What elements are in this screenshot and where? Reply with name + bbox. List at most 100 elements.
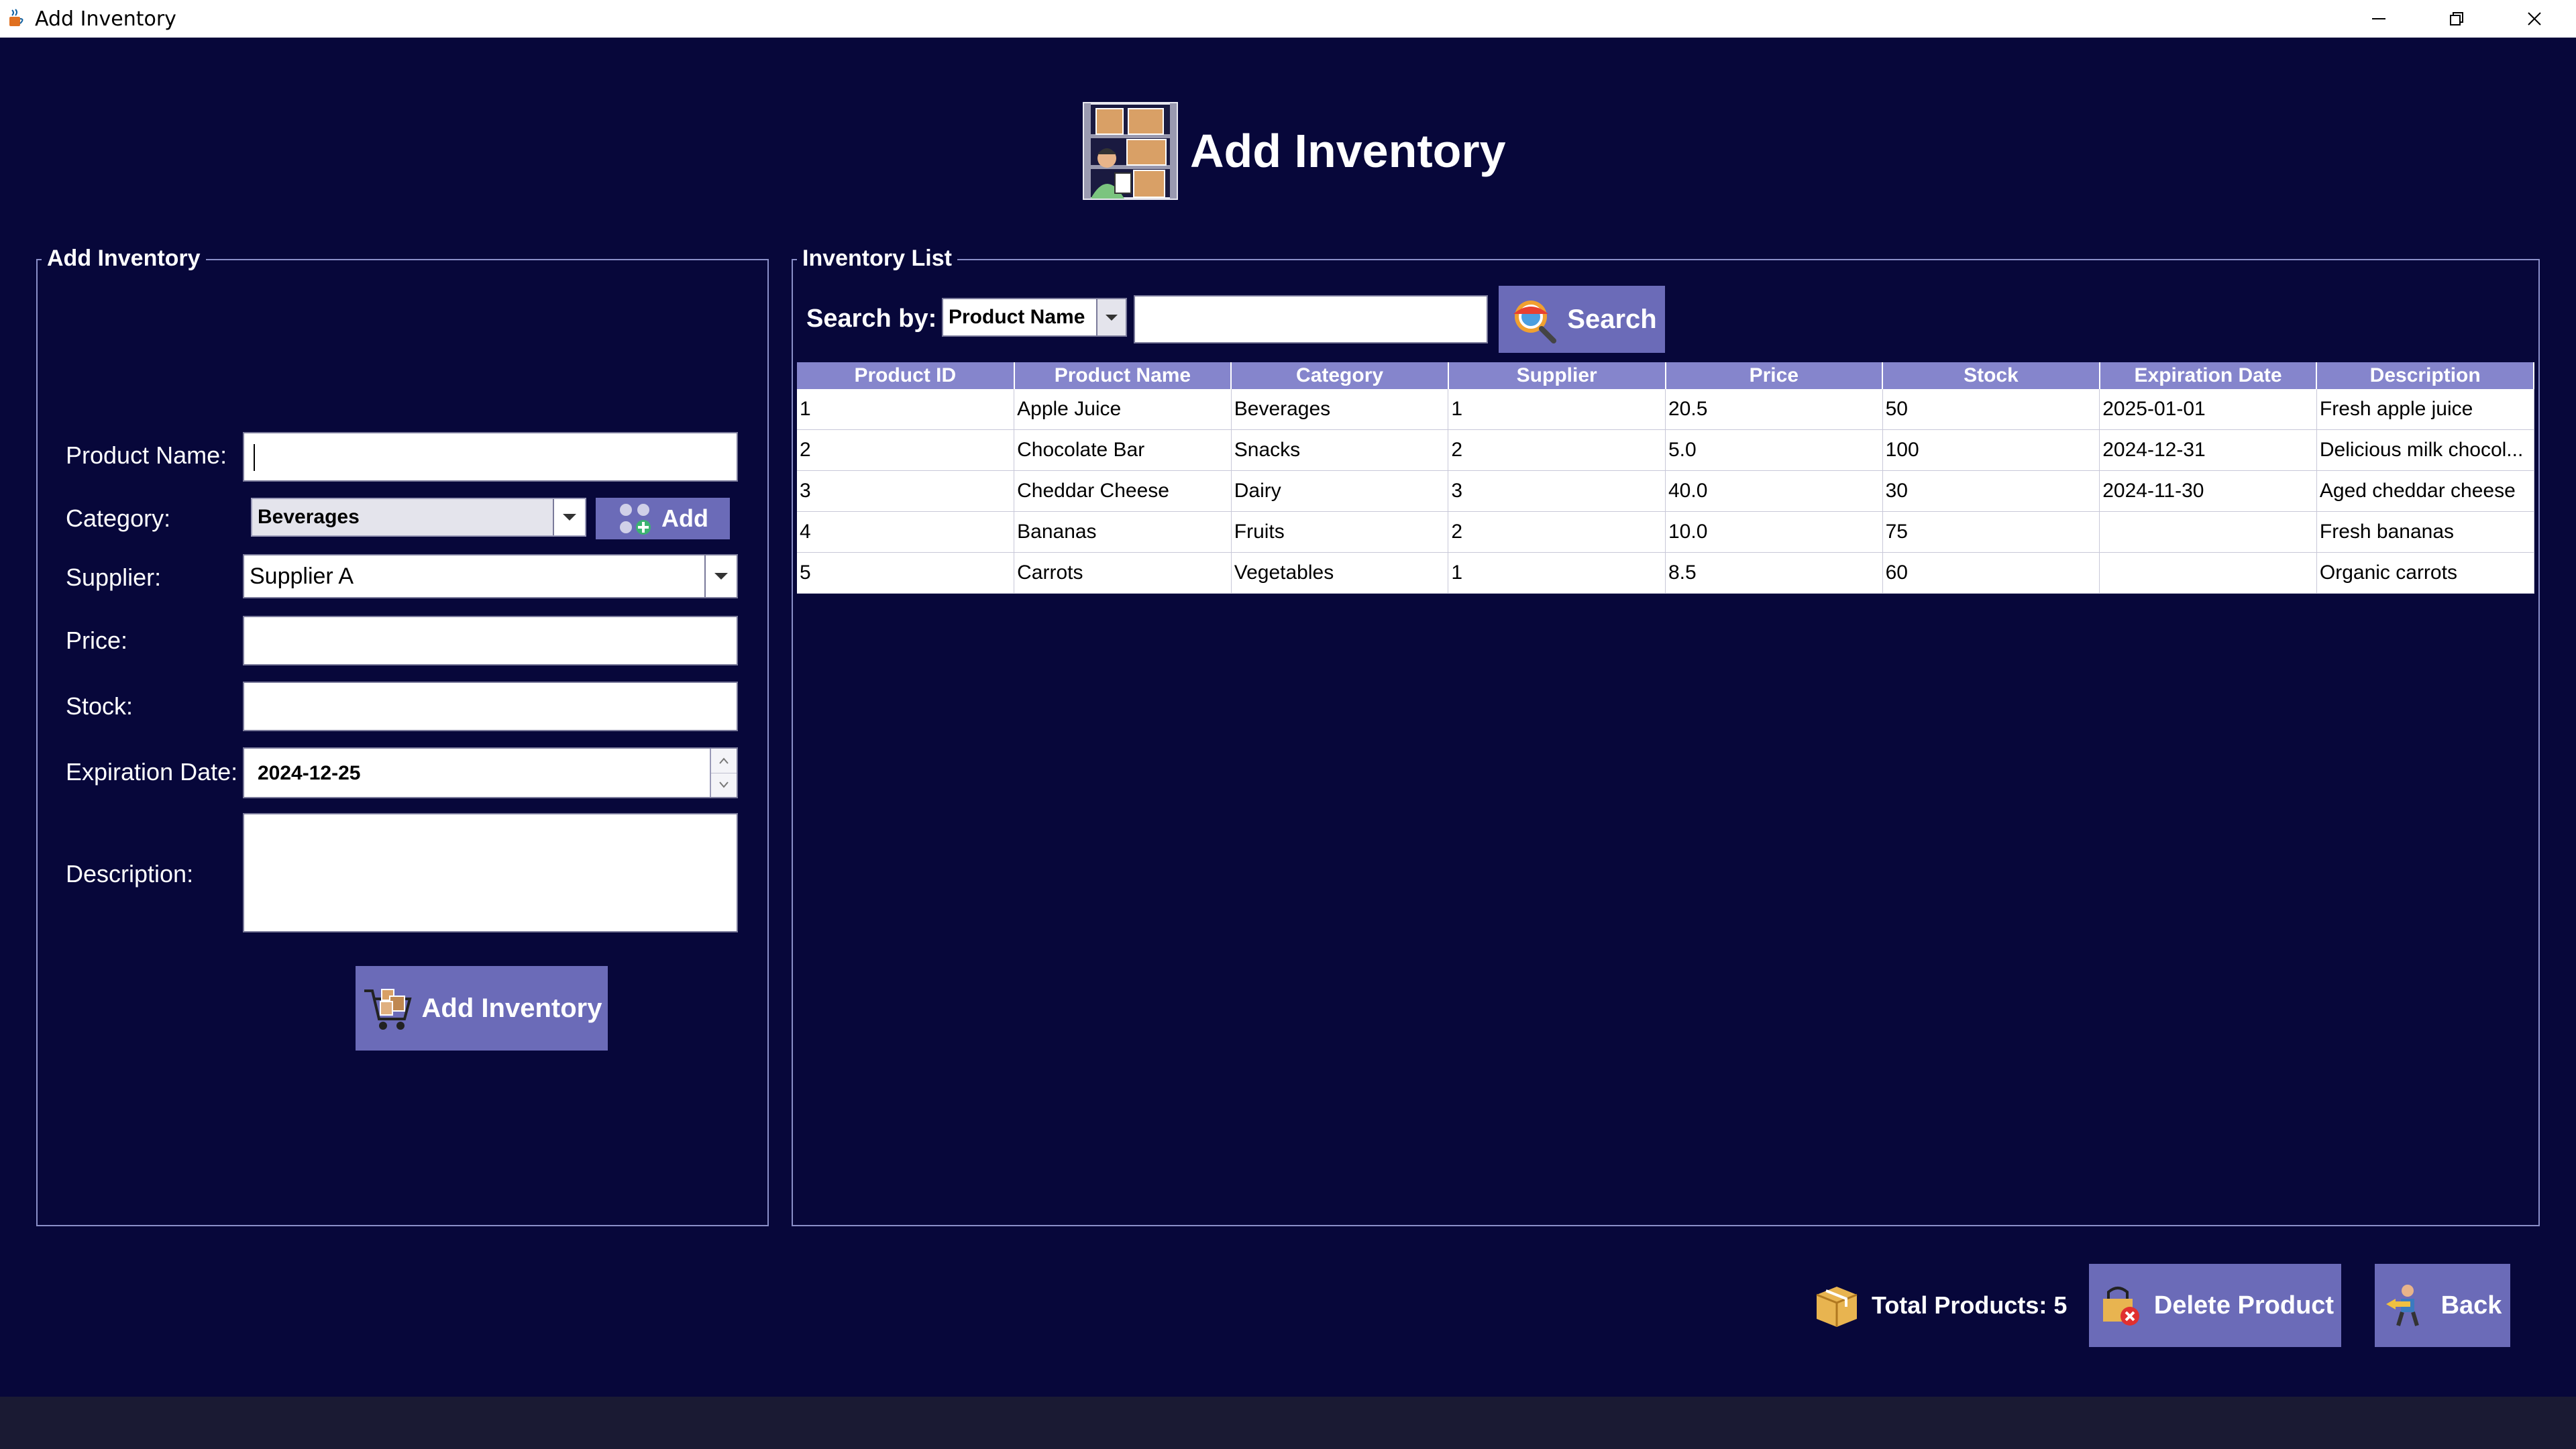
delete-box-icon: [2102, 1287, 2139, 1326]
table-cell[interactable]: 1: [797, 389, 1015, 430]
page-title: Add Inventory: [1190, 125, 1506, 177]
description-label: Description:: [66, 860, 194, 888]
category-label: Category:: [66, 504, 171, 532]
delete-product-button-label: Delete Product: [2153, 1291, 2334, 1320]
search-input[interactable]: [1134, 295, 1488, 343]
back-button-label: Back: [2440, 1291, 2502, 1320]
table-row[interactable]: 2 Chocolate Bar Snacks 2 5.0 100 2024-12-31 Del…: [797, 429, 2534, 471]
table-cell[interactable]: Cheddar Cheese: [1014, 470, 1232, 512]
price-label: Price:: [66, 627, 128, 654]
inventory-table: Product ID Product Name Category Supplier Pr…: [797, 362, 2534, 594]
restore-button[interactable]: [2418, 0, 2496, 38]
table-cell[interactable]: 2024-12-31: [2099, 429, 2317, 471]
text-cursor: [254, 444, 255, 471]
table-cell[interactable]: 20.5: [1665, 389, 1883, 430]
close-button[interactable]: [2496, 0, 2573, 38]
restore-icon: [2450, 12, 2463, 25]
table-cell[interactable]: 5.0: [1665, 429, 1883, 471]
add-category-button[interactable]: Add: [596, 498, 730, 539]
back-button[interactable]: Back: [2375, 1264, 2510, 1347]
search-button-label: Search: [1567, 304, 1657, 334]
table-cell[interactable]: Bananas: [1014, 511, 1232, 553]
spinner-up-button[interactable]: [711, 749, 737, 773]
price-input[interactable]: [243, 616, 738, 665]
table-row[interactable]: 3 Cheddar Cheese Dairy 3 40.0 30 2024-11-30 Age…: [797, 470, 2534, 512]
table-cell[interactable]: Delicious milk chocol...: [2316, 429, 2534, 471]
table-cell[interactable]: [2099, 511, 2317, 553]
magnifier-icon: [1513, 301, 1557, 343]
description-textarea[interactable]: [243, 813, 738, 932]
column-header[interactable]: Category: [1231, 362, 1449, 389]
table-cell[interactable]: 30: [1882, 470, 2100, 512]
column-header[interactable]: Expiration Date: [2099, 362, 2318, 389]
table-row[interactable]: 5 Carrots Vegetables 1 8.5 60 Organic carrots: [797, 552, 2534, 594]
category-select[interactable]: Beverages: [251, 498, 586, 537]
table-cell[interactable]: 3: [1448, 470, 1666, 512]
chevron-down-icon[interactable]: [704, 555, 737, 597]
table-cell[interactable]: Carrots: [1014, 552, 1232, 594]
table-cell[interactable]: 2024-11-30: [2099, 470, 2317, 512]
table-cell[interactable]: 10.0: [1665, 511, 1883, 553]
box-icon: [1816, 1287, 1858, 1327]
table-cell[interactable]: 40.0: [1665, 470, 1883, 512]
table-cell[interactable]: Vegetables: [1231, 552, 1449, 594]
column-header[interactable]: Supplier: [1448, 362, 1666, 389]
table-cell[interactable]: 2: [1448, 511, 1666, 553]
search-by-select[interactable]: Product Name: [942, 298, 1127, 337]
column-header[interactable]: Product ID: [797, 362, 1015, 389]
table-cell[interactable]: 1: [1448, 552, 1666, 594]
spinner-down-button[interactable]: [711, 773, 737, 796]
table-cell[interactable]: Aged cheddar cheese: [2316, 470, 2534, 512]
table-cell[interactable]: 3: [797, 470, 1015, 512]
table-cell[interactable]: Organic carrots: [2316, 552, 2534, 594]
bottom-strip: [0, 1397, 2576, 1449]
table-row[interactable]: 1 Apple Juice Beverages 1 20.5 50 2025-01-01 Fr…: [797, 389, 2534, 430]
inventory-table-container: Product ID Product Name Category Supplier Pr…: [797, 362, 2534, 594]
product-name-input[interactable]: [243, 432, 738, 482]
table-cell[interactable]: 2025-01-01: [2099, 389, 2317, 430]
minimize-button[interactable]: [2340, 0, 2418, 38]
table-cell[interactable]: 75: [1882, 511, 2100, 553]
add-inventory-button[interactable]: Add Inventory: [356, 966, 608, 1051]
column-header[interactable]: Description: [2316, 362, 2534, 389]
table-cell[interactable]: 5: [797, 552, 1015, 594]
chevron-down-icon[interactable]: [553, 499, 585, 535]
table-cell[interactable]: Snacks: [1231, 429, 1449, 471]
table-cell[interactable]: Fresh apple juice: [2316, 389, 2534, 430]
table-cell[interactable]: Dairy: [1231, 470, 1449, 512]
table-header-row: Product ID Product Name Category Supplier Pr…: [797, 362, 2534, 389]
category-select-value: Beverages: [258, 506, 360, 528]
table-cell[interactable]: Beverages: [1231, 389, 1449, 430]
table-row[interactable]: 4 Bananas Fruits 2 10.0 75 Fresh bananas: [797, 511, 2534, 553]
table-cell[interactable]: 1: [1448, 389, 1666, 430]
product-name-label: Product Name:: [66, 441, 227, 469]
person-back-icon: [2385, 1285, 2419, 1326]
table-cell[interactable]: 100: [1882, 429, 2100, 471]
delete-product-button[interactable]: Delete Product: [2089, 1264, 2341, 1347]
add-category-icon: [620, 504, 651, 535]
table-cell[interactable]: Chocolate Bar: [1014, 429, 1232, 471]
table-cell[interactable]: 60: [1882, 552, 2100, 594]
column-header[interactable]: Product Name: [1014, 362, 1232, 389]
table-cell[interactable]: [2099, 552, 2317, 594]
stock-input[interactable]: [243, 682, 738, 731]
column-header[interactable]: Price: [1665, 362, 1884, 389]
search-button[interactable]: Search: [1499, 286, 1665, 353]
stock-label: Stock:: [66, 692, 133, 720]
java-cup-icon: [9, 9, 23, 26]
table-cell[interactable]: 2: [797, 429, 1015, 471]
column-header[interactable]: Stock: [1882, 362, 2100, 389]
table-cell[interactable]: 4: [797, 511, 1015, 553]
total-products-label: Total Products: 5: [1872, 1291, 2068, 1319]
chevron-down-icon[interactable]: [1096, 299, 1126, 335]
table-cell[interactable]: Fruits: [1231, 511, 1449, 553]
window-titlebar: Add Inventory: [0, 0, 2576, 38]
table-cell[interactable]: Fresh bananas: [2316, 511, 2534, 553]
expiration-date-spinner[interactable]: 2024-12-25: [243, 747, 738, 798]
table-cell[interactable]: Apple Juice: [1014, 389, 1232, 430]
table-cell[interactable]: 50: [1882, 389, 2100, 430]
table-cell[interactable]: 8.5: [1665, 552, 1883, 594]
window-title: Add Inventory: [35, 7, 176, 31]
supplier-select[interactable]: Supplier A: [243, 554, 738, 598]
table-cell[interactable]: 2: [1448, 429, 1666, 471]
